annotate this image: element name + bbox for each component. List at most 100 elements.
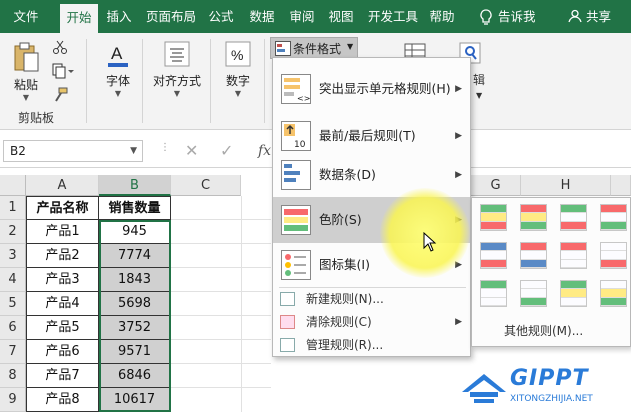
column-header-c[interactable]: C (171, 175, 241, 196)
tab-help[interactable]: 帮助 (426, 0, 458, 33)
menu-data-bars[interactable]: 数据条(D) ▶ (273, 152, 470, 198)
tab-home[interactable]: 开始 (60, 4, 98, 33)
row-header-6[interactable]: 6 (0, 316, 26, 340)
select-all-corner[interactable] (0, 175, 26, 196)
tab-page-layout[interactable]: 页面布局 (142, 0, 200, 33)
color-scale-swatch[interactable] (480, 242, 507, 269)
row-header-8[interactable]: 8 (0, 364, 26, 388)
column-header-h[interactable]: H (521, 175, 611, 196)
function-icon[interactable]: fx (258, 140, 271, 162)
color-scale-band (481, 205, 506, 214)
color-scale-swatch[interactable] (600, 204, 627, 231)
alignment-button[interactable]: 对齐方式 ▼ (150, 41, 204, 98)
copy-icon[interactable] (52, 63, 74, 79)
table-cell[interactable]: 7774 (99, 244, 171, 268)
align-icon (164, 41, 190, 67)
table-cell[interactable]: 1843 (99, 268, 171, 292)
confirm-icon[interactable]: ✓ (220, 140, 233, 162)
table-cell[interactable]: 3752 (99, 316, 171, 340)
tab-insert[interactable]: 插入 (103, 0, 135, 33)
eraser-icon (280, 315, 295, 329)
name-box[interactable]: B2 ▼ (3, 140, 143, 162)
tab-developer[interactable]: 开发工具 (364, 0, 422, 33)
color-scale-swatch[interactable] (560, 242, 587, 269)
conditional-format-button[interactable]: 条件格式 ▼ (270, 37, 358, 59)
cell-b1[interactable]: 销售数量 (99, 196, 171, 220)
color-scale-band (601, 243, 626, 252)
row-header-7[interactable]: 7 (0, 340, 26, 364)
table-cell[interactable]: 产品3 (26, 268, 99, 292)
menu-item-label: 数据条(D) (319, 167, 376, 182)
table-cell[interactable]: 产品6 (26, 340, 99, 364)
tab-file[interactable]: 文件 (4, 0, 48, 33)
color-scale-swatch[interactable] (520, 242, 547, 269)
format-painter-icon[interactable] (52, 87, 68, 103)
table-cell[interactable]: 产品8 (26, 388, 99, 412)
table-cell[interactable]: 产品5 (26, 316, 99, 340)
cancel-icon[interactable]: ✕ (185, 140, 198, 162)
color-scale-swatch[interactable] (480, 280, 507, 307)
color-scale-band (601, 259, 626, 268)
color-scale-swatch[interactable] (560, 204, 587, 231)
paste-button[interactable]: 粘贴 ▼ (10, 41, 42, 102)
font-button[interactable]: A 字体 ▼ (100, 41, 136, 98)
color-scale-band (601, 289, 626, 298)
column-header-b[interactable]: B (99, 175, 171, 196)
table-cell[interactable]: 10617 (99, 388, 171, 412)
tab-data[interactable]: 数据 (246, 0, 278, 33)
tab-view[interactable]: 视图 (325, 0, 357, 33)
color-scale-swatch[interactable] (600, 280, 627, 307)
color-scale-swatch[interactable] (600, 242, 627, 269)
color-scale-band (561, 221, 586, 230)
number-button[interactable]: % 数字 ▼ (220, 41, 256, 98)
menu-highlight-cells-rules[interactable]: <> 突出显示单元格规则(H) ▶ (273, 66, 470, 112)
row-header-3[interactable]: 3 (0, 244, 26, 268)
table-cell[interactable]: 产品7 (26, 364, 99, 388)
table-cell[interactable]: 5698 (99, 292, 171, 316)
chevron-down-icon: ▼ (22, 93, 30, 102)
column-header-i[interactable] (611, 175, 631, 196)
menu-color-scales[interactable]: 色阶(S) ▶ (273, 197, 470, 243)
color-scale-band (481, 281, 506, 290)
color-scale-band (561, 259, 586, 268)
tab-review[interactable]: 审阅 (286, 0, 318, 33)
menu-clear-rules[interactable]: 清除规则(C) ▶ (273, 310, 470, 334)
menu-icon-sets[interactable]: 图标集(I) ▶ (273, 242, 470, 288)
tab-formulas[interactable]: 公式 (205, 0, 237, 33)
column-header-g[interactable]: G (471, 175, 521, 196)
row-header-4[interactable]: 4 (0, 268, 26, 292)
color-scale-swatch[interactable] (480, 204, 507, 231)
menu-new-rule[interactable]: 新建规则(N)... (273, 287, 470, 311)
ribbon-tab-bar: 文件 开始 插入 页面布局 公式 数据 审阅 视图 开发工具 帮助 告诉我 共享 (0, 0, 631, 33)
menu-manage-rules[interactable]: 管理规则(R)... (273, 333, 470, 357)
share-label: 共享 (586, 9, 612, 24)
column-header-a[interactable]: A (26, 175, 99, 196)
color-scale-swatch[interactable] (520, 204, 547, 231)
color-scale-band (521, 259, 546, 268)
gridline (171, 267, 271, 268)
table-cell[interactable]: 945 (99, 220, 171, 244)
name-box-value: B2 (10, 144, 26, 158)
cut-icon[interactable] (52, 39, 68, 55)
color-scale-swatch[interactable] (520, 280, 547, 307)
cell-a1[interactable]: 产品名称 (26, 196, 99, 220)
table-cell[interactable]: 产品4 (26, 292, 99, 316)
color-scale-band (601, 221, 626, 230)
chevron-down-icon: ▼ (476, 91, 483, 100)
color-scale-band (601, 281, 626, 290)
lightbulb-icon (480, 9, 492, 25)
tell-me[interactable]: 告诉我 (480, 0, 536, 33)
row-header-5[interactable]: 5 (0, 292, 26, 316)
color-scale-band (601, 251, 626, 260)
share-button[interactable]: 共享 (568, 0, 612, 33)
row-header-9[interactable]: 9 (0, 388, 26, 412)
table-cell[interactable]: 产品2 (26, 244, 99, 268)
group-divider (86, 39, 87, 123)
color-scale-swatch[interactable] (560, 280, 587, 307)
table-cell[interactable]: 6846 (99, 364, 171, 388)
table-cell[interactable]: 产品1 (26, 220, 99, 244)
more-rules-link[interactable]: 其他规则(M)... (504, 322, 583, 339)
row-header-1[interactable]: 1 (0, 196, 26, 220)
row-header-2[interactable]: 2 (0, 220, 26, 244)
table-cell[interactable]: 9571 (99, 340, 171, 364)
